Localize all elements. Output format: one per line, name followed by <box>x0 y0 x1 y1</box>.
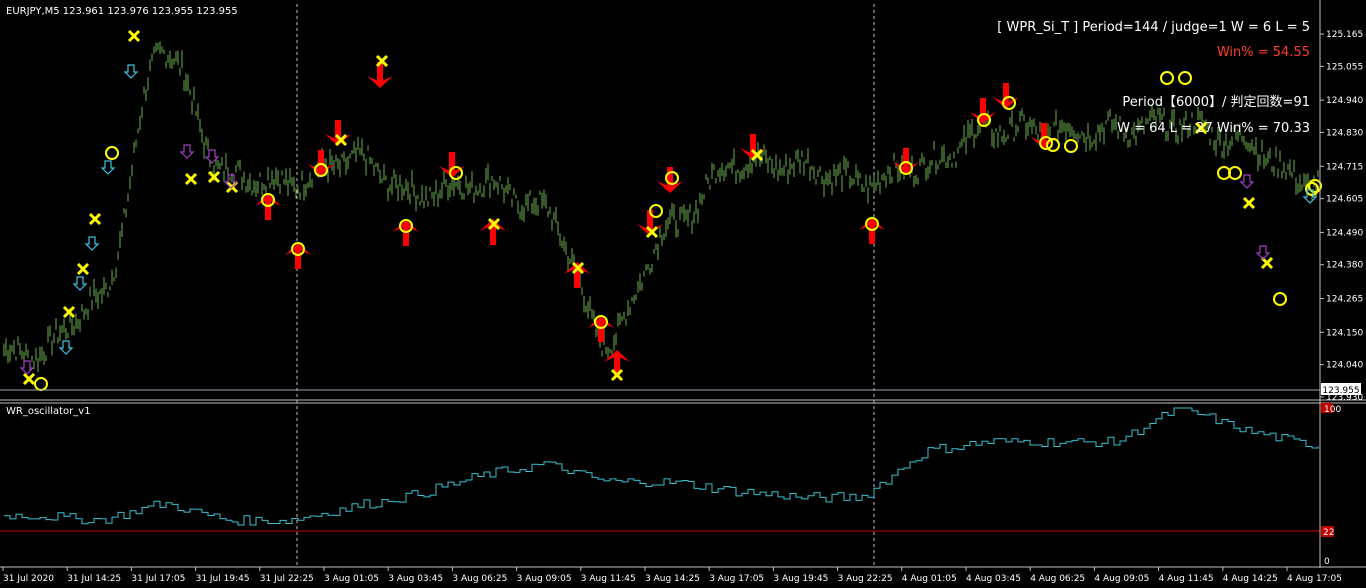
price-tick-label: 125.165 <box>1326 30 1363 40</box>
time-tick-label: 3 Aug 06:25 <box>452 574 507 584</box>
price-tick-label: 124.830 <box>1326 128 1363 138</box>
chart-window[interactable]: 125.165 125.055 124.940 124.830 124.715 124.6… <box>0 0 1366 588</box>
price-tick-label: 124.715 <box>1326 162 1363 172</box>
oscillator-scale-100: 100 <box>1324 405 1341 415</box>
info-line-3: Period【6000】/ 判定回数=91 <box>1122 95 1310 110</box>
time-tick-label: 4 Aug 14:25 <box>1223 574 1278 584</box>
price-tick-label: 124.380 <box>1326 261 1363 271</box>
time-tick-label: 31 Jul 2020 <box>3 574 54 584</box>
time-tick-label: 3 Aug 03:45 <box>388 574 443 584</box>
price-tick-label: 124.040 <box>1326 361 1363 371</box>
symbol-header: EURJPY,M5 123.961 123.976 123.955 123.95… <box>6 6 238 17</box>
time-tick-label: 3 Aug 11:45 <box>581 574 636 584</box>
oscillator-level-label: 22 <box>1323 528 1334 538</box>
win-percent-line: Win% = 54.55 <box>1217 45 1310 60</box>
time-tick-label: 31 Jul 17:05 <box>131 574 185 584</box>
time-tick-label: 3 Aug 19:45 <box>773 574 828 584</box>
price-tick-label: 124.940 <box>1326 96 1363 106</box>
time-tick-label: 3 Aug 17:05 <box>709 574 764 584</box>
info-line-4: W = 64 L = 27 Win% = 70.33 <box>1117 121 1310 136</box>
oscillator-title: WR_oscillator_v1 <box>6 406 91 417</box>
time-tick-label: 4 Aug 03:45 <box>966 574 1021 584</box>
price-tick-label: 124.265 <box>1326 295 1363 305</box>
time-tick-label: 3 Aug 01:05 <box>324 574 379 584</box>
time-tick-label: 3 Aug 09:05 <box>517 574 572 584</box>
time-tick-label: 4 Aug 01:05 <box>902 574 957 584</box>
time-tick-label: 31 Jul 14:25 <box>67 574 121 584</box>
time-tick-label: 31 Jul 19:45 <box>196 574 250 584</box>
time-tick-label: 4 Aug 09:05 <box>1094 574 1149 584</box>
time-tick-label: 4 Aug 06:25 <box>1030 574 1085 584</box>
info-line-1: [ WPR_Si_T ] Period=144 / judge=1 W = 6 … <box>997 20 1310 35</box>
time-tick-label: 4 Aug 11:45 <box>1159 574 1214 584</box>
time-tick-label: 3 Aug 22:25 <box>838 574 893 584</box>
price-tick-label: 124.490 <box>1326 228 1363 238</box>
oscillator-scale-0: 0 <box>1324 557 1330 567</box>
chart-background <box>0 0 1366 588</box>
current-price-label: 123.955 <box>1322 386 1359 396</box>
time-tick-label: 3 Aug 14:25 <box>645 574 700 584</box>
time-tick-label: 31 Jul 22:25 <box>260 574 314 584</box>
time-tick-label: 4 Aug 17:05 <box>1287 574 1342 584</box>
price-tick-label: 125.055 <box>1326 62 1363 72</box>
price-tick-label: 124.605 <box>1326 195 1363 205</box>
price-tick-label: 124.150 <box>1326 328 1363 338</box>
